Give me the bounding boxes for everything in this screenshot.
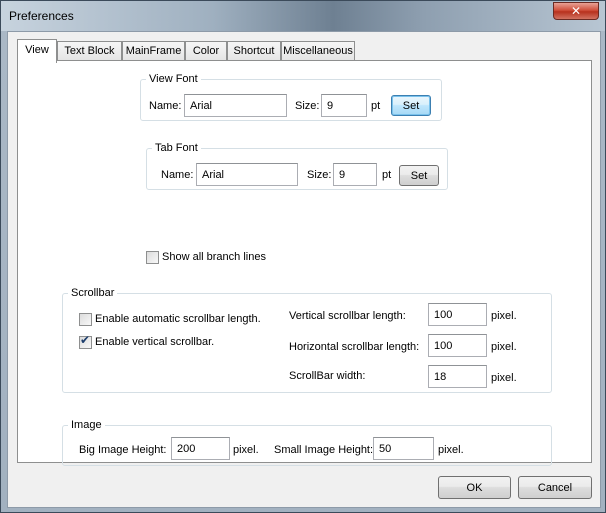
small-image-height-input[interactable] xyxy=(373,437,434,460)
cancel-button[interactable]: Cancel xyxy=(518,476,592,499)
scrollbar-legend: Scrollbar xyxy=(71,287,115,299)
tab-font-name-input[interactable] xyxy=(196,163,298,186)
tab-text-block[interactable]: Text Block xyxy=(57,41,122,61)
vertical-length-unit: pixel. xyxy=(491,310,517,322)
tab-font-size-input[interactable] xyxy=(333,163,377,186)
scrollbar-width-label: ScrollBar width: xyxy=(289,370,366,382)
big-image-height-unit: pixel. xyxy=(233,444,259,456)
auto-scrollbar-length-label: Enable automatic scrollbar length. xyxy=(95,313,261,325)
tab-color[interactable]: Color xyxy=(185,41,227,61)
image-group: Image Big Image Height: pixel. Small Ima… xyxy=(62,419,552,466)
auto-scrollbar-length-box[interactable] xyxy=(79,313,92,326)
title-bar[interactable]: Preferences ✕ xyxy=(1,1,605,31)
vertical-scrollbar-label: Enable vertical scrollbar. xyxy=(95,336,215,348)
tab-miscellaneous[interactable]: Miscellaneous xyxy=(281,41,355,61)
vertical-length-label: Vertical scrollbar length: xyxy=(289,310,406,322)
tab-font-size-label: Size: xyxy=(307,169,332,181)
view-tab-panel: View Font Name: Size: pt Set Tab Font Na… xyxy=(17,60,592,466)
tab-view[interactable]: View xyxy=(17,39,57,63)
view-font-size-unit: pt xyxy=(371,100,381,112)
view-font-name-input[interactable] xyxy=(184,94,287,117)
window-title: Preferences xyxy=(9,9,74,23)
show-branch-lines-checkbox[interactable]: Show all branch lines xyxy=(146,251,276,265)
checkmark-icon: ✔ xyxy=(80,333,91,347)
scrollbar-group: Scrollbar Enable automatic scrollbar len… xyxy=(62,287,552,393)
tab-shortcut[interactable]: Shortcut xyxy=(227,41,281,61)
vertical-scrollbar-checkbox[interactable]: ✔ Enable vertical scrollbar. xyxy=(79,333,229,350)
tab-mainframe[interactable]: MainFrame xyxy=(122,41,185,61)
show-branch-lines-box[interactable] xyxy=(146,251,159,264)
auto-scrollbar-length-checkbox[interactable]: Enable automatic scrollbar length. xyxy=(79,313,269,327)
horizontal-length-input[interactable] xyxy=(428,334,487,357)
image-legend: Image xyxy=(71,419,102,431)
view-font-group: View Font Name: Size: pt Set xyxy=(140,73,442,121)
vertical-length-input[interactable] xyxy=(428,303,487,326)
tab-font-set-button[interactable]: Set xyxy=(399,165,439,186)
big-image-height-input[interactable] xyxy=(171,437,230,460)
dialog-client-area: View Text Block MainFrame Color Shortcut… xyxy=(7,31,601,508)
view-font-legend: View Font xyxy=(149,73,198,85)
big-image-height-label: Big Image Height: xyxy=(79,444,167,456)
view-font-size-input[interactable] xyxy=(321,94,367,117)
scrollbar-width-unit: pixel. xyxy=(491,372,517,384)
preferences-window: Preferences ✕ View Text Block MainFrame … xyxy=(0,0,606,513)
tab-font-size-unit: pt xyxy=(382,169,392,181)
tab-font-name-label: Name: xyxy=(161,169,194,181)
view-font-size-label: Size: xyxy=(295,100,320,112)
tab-font-legend: Tab Font xyxy=(155,142,198,154)
view-font-name-label: Name: xyxy=(149,100,182,112)
small-image-height-label: Small Image Height: xyxy=(274,444,374,456)
ok-button[interactable]: OK xyxy=(438,476,511,499)
horizontal-length-label: Horizontal scrollbar length: xyxy=(289,341,420,353)
scrollbar-width-input[interactable] xyxy=(428,365,487,388)
horizontal-length-unit: pixel. xyxy=(491,341,517,353)
small-image-height-unit: pixel. xyxy=(438,444,464,456)
tab-font-group: Tab Font Name: Size: pt Set xyxy=(146,142,448,190)
close-button[interactable]: ✕ xyxy=(553,2,599,20)
show-branch-lines-label: Show all branch lines xyxy=(162,251,266,263)
view-font-set-button[interactable]: Set xyxy=(391,95,431,116)
